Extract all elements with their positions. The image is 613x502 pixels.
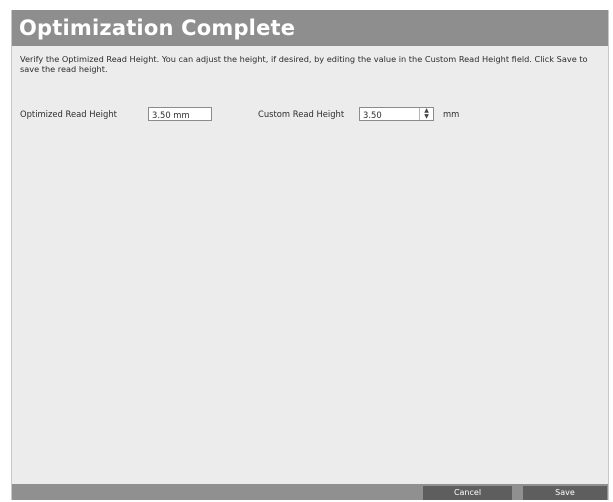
dialog-title: Optimization Complete [19, 16, 296, 40]
dialog-header: Optimization Complete [12, 10, 608, 46]
optimized-read-height-value: 3.50 mm [148, 107, 212, 121]
instructions-text: Verify the Optimized Read Height. You ca… [20, 54, 588, 74]
custom-read-height-spinner[interactable]: ▲ ▼ [419, 108, 433, 120]
custom-read-height-input[interactable]: 3.50 ▲ ▼ [359, 107, 434, 121]
custom-read-height-label: Custom Read Height [258, 109, 345, 119]
dialog-footer: Cancel Save [12, 484, 608, 500]
custom-read-height-unit: mm [443, 109, 460, 119]
optimized-read-height-label: Optimized Read Height [20, 109, 117, 119]
custom-read-height-value[interactable]: 3.50 [360, 108, 419, 120]
save-button[interactable]: Save [523, 486, 607, 500]
spin-down-icon[interactable]: ▼ [420, 114, 433, 120]
read-height-row: Optimized Read Height 3.50 mm Custom Rea… [20, 107, 600, 123]
cancel-button[interactable]: Cancel [423, 486, 512, 500]
optimization-dialog: Optimization Complete Verify the Optimiz… [11, 10, 609, 500]
